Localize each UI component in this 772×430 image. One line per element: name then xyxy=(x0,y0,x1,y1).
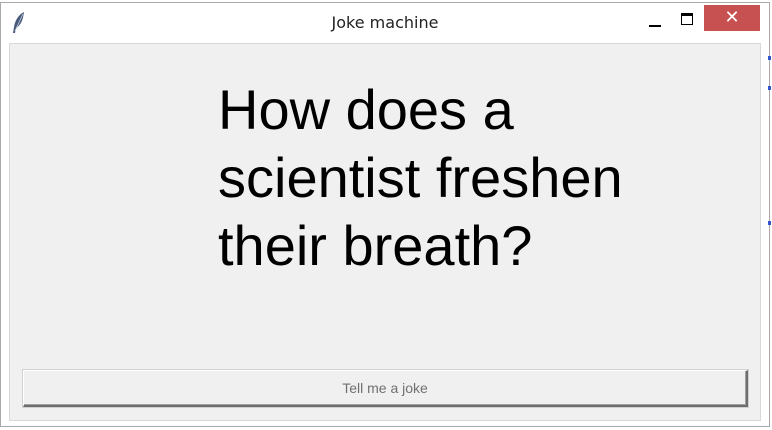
minimize-icon xyxy=(649,25,661,27)
maximize-button[interactable] xyxy=(673,7,701,31)
title-bar[interactable]: Joke machine ✕ xyxy=(1,3,769,41)
background-window-edge xyxy=(768,56,772,256)
minimize-button[interactable] xyxy=(641,7,669,31)
app-window: Joke machine ✕ How does a scientist fres… xyxy=(0,2,770,427)
maximize-icon xyxy=(681,13,693,25)
joke-label: How does a scientist freshen their breat… xyxy=(218,78,623,277)
client-area: How does a scientist freshen their breat… xyxy=(9,43,761,421)
close-button[interactable]: ✕ xyxy=(704,5,760,31)
tell-joke-button[interactable]: Tell me a joke xyxy=(23,370,748,407)
close-icon: ✕ xyxy=(724,7,740,28)
